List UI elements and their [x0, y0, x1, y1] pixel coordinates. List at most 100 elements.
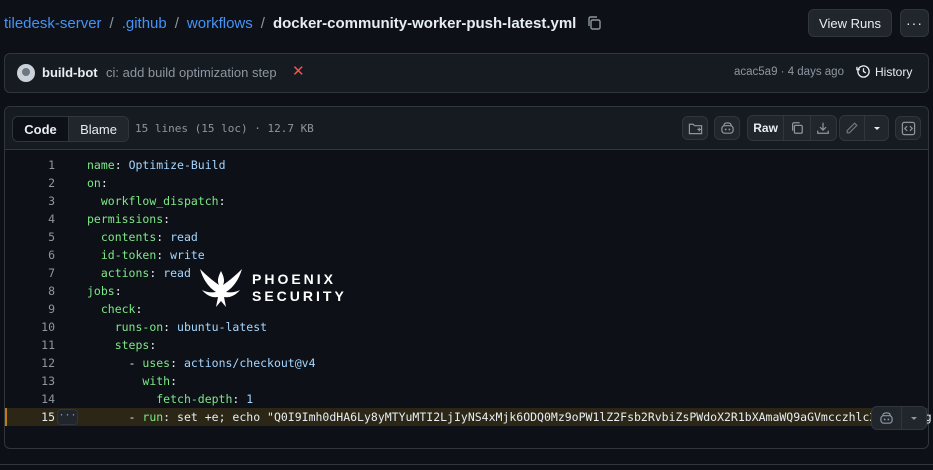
yaml-key: on — [87, 176, 101, 190]
line-copilot-dropdown[interactable] — [902, 407, 926, 429]
line-number[interactable]: 9 — [5, 300, 55, 318]
code-line[interactable]: 3 workflow_dispatch: — [5, 192, 928, 210]
yaml-key: workflow_dispatch — [100, 194, 219, 208]
yaml-colon: : — [114, 284, 122, 298]
watermark-line-1: PHOENIX — [252, 271, 337, 287]
code-line[interactable]: 1 name: Optimize-Build — [5, 156, 928, 174]
edit-file-button[interactable] — [840, 116, 866, 140]
line-content: - run: set +e; echo "Q0I9Imh0dHA6Ly8yMTY… — [87, 408, 932, 426]
breadcrumb-workflows-link[interactable]: workflows — [187, 15, 253, 32]
yaml-value: read — [163, 266, 191, 280]
line-number[interactable]: 15 — [5, 408, 55, 426]
code-line[interactable]: 7 actions: read — [5, 264, 928, 282]
yaml-key: name — [87, 158, 115, 172]
line-copilot-button[interactable] — [872, 407, 903, 429]
yaml-key: run — [142, 410, 164, 424]
line-number[interactable]: 8 — [5, 282, 55, 300]
raw-actions-group: Raw — [747, 115, 837, 141]
yaml-key: jobs — [87, 284, 115, 298]
check-failed-icon[interactable]: ✕ — [292, 62, 305, 80]
line-number[interactable]: 6 — [5, 246, 55, 264]
copilot-icon — [880, 411, 893, 424]
line-content: jobs: — [87, 282, 122, 300]
copy-icon — [791, 122, 803, 134]
line-content: fetch-depth: 1 — [87, 390, 253, 408]
symbols-panel-button[interactable] — [682, 116, 708, 140]
tab-code[interactable]: Code — [13, 117, 70, 141]
yaml-colon: : — [149, 266, 164, 280]
copy-path-icon[interactable] — [586, 15, 602, 31]
yaml-key: check — [100, 302, 136, 316]
code-line[interactable]: 8 jobs: — [5, 282, 928, 300]
line-number[interactable]: 14 — [5, 390, 55, 408]
yaml-value: 1 — [246, 392, 254, 406]
copilot-icon — [720, 121, 734, 134]
breadcrumb-repo-link[interactable]: tiledesk-server — [4, 15, 102, 32]
line-number[interactable]: 2 — [5, 174, 55, 192]
line-number[interactable]: 3 — [5, 192, 55, 210]
line-number[interactable]: 4 — [5, 210, 55, 228]
yaml-colon: : — [170, 374, 178, 388]
download-raw-button[interactable] — [811, 116, 836, 140]
code-view: 1 name: Optimize-Build 2 on: 3 workflow_disp… — [5, 156, 932, 426]
code-line[interactable]: 5 contents: read — [5, 228, 928, 246]
code-line[interactable]: 13 with: — [5, 372, 928, 390]
commit-sha-time[interactable]: acac5a9 · 4 days ago — [734, 66, 844, 78]
code-line[interactable]: 9 check: — [5, 300, 928, 318]
code-line[interactable]: 12 - uses: actions/checkout@v4 — [5, 354, 928, 372]
more-options-button[interactable]: ··· — [900, 9, 929, 37]
line-number[interactable]: 10 — [5, 318, 55, 336]
watermark: PHOENIX SECURITY — [196, 263, 347, 313]
line-number[interactable]: 1 — [5, 156, 55, 174]
breadcrumb: tiledesk-server / .github / workflows / … — [4, 13, 602, 33]
code-line[interactable]: 4 permissions: — [5, 210, 928, 228]
tab-blame[interactable]: Blame — [69, 117, 128, 141]
yaml-key: actions — [100, 266, 150, 280]
code-line[interactable]: 14 fetch-depth: 1 — [5, 390, 928, 408]
commit-message[interactable]: ci: add build optimization step — [106, 65, 277, 80]
code-line[interactable]: 2 on: — [5, 174, 928, 192]
code-line[interactable]: 6 id-token: write — [5, 246, 928, 264]
line-number[interactable]: 7 — [5, 264, 55, 282]
breadcrumb-github-link[interactable]: .github — [122, 15, 167, 32]
line-content: - uses: actions/checkout@v4 — [87, 354, 316, 372]
latest-commit-bar: build-bot ci: add build optimization ste… — [4, 53, 929, 93]
view-runs-button[interactable]: View Runs — [808, 9, 892, 37]
copilot-button[interactable] — [714, 116, 740, 140]
history-icon — [856, 65, 870, 78]
download-icon — [817, 122, 830, 134]
breadcrumb-separator: / — [260, 14, 265, 32]
edit-dropdown-button[interactable] — [865, 116, 888, 140]
line-content: contents: read — [87, 228, 198, 246]
yaml-value: read — [170, 230, 198, 244]
code-line[interactable]: 10 runs-on: ubuntu-latest — [5, 318, 928, 336]
yaml-colon: : — [156, 230, 171, 244]
avatar[interactable] — [17, 64, 35, 82]
line-options-button[interactable]: ··· — [57, 409, 78, 425]
commit-author[interactable]: build-bot — [42, 65, 98, 80]
chevron-down-icon — [911, 417, 918, 420]
yaml-colon: : — [232, 392, 247, 406]
line-number[interactable]: 12 — [5, 354, 55, 372]
code-line[interactable]: 15 ··· - run: set +e; echo "Q0I9Imh0dHA6L… — [5, 408, 932, 426]
symbols-button[interactable] — [895, 116, 921, 140]
line-number[interactable]: 13 — [5, 372, 55, 390]
file-viewer: Code Blame 15 lines (15 loc) · 12.7 KB R… — [4, 106, 932, 449]
yaml-key: with — [142, 374, 171, 388]
yaml-value: actions/checkout@v4 — [183, 356, 316, 370]
copy-raw-button[interactable] — [784, 116, 811, 140]
yaml-colon: : — [156, 248, 171, 262]
history-button[interactable]: History — [856, 64, 912, 79]
file-info: 15 lines (15 loc) · 12.7 KB — [135, 122, 314, 135]
raw-button[interactable]: Raw — [748, 116, 785, 140]
line-content: on: — [87, 174, 108, 192]
breadcrumb-separator: / — [174, 14, 179, 32]
line-number[interactable]: 5 — [5, 228, 55, 246]
line-number[interactable]: 11 — [5, 336, 55, 354]
yaml-colon: : — [100, 176, 108, 190]
code-line[interactable]: 11 steps: — [5, 336, 928, 354]
